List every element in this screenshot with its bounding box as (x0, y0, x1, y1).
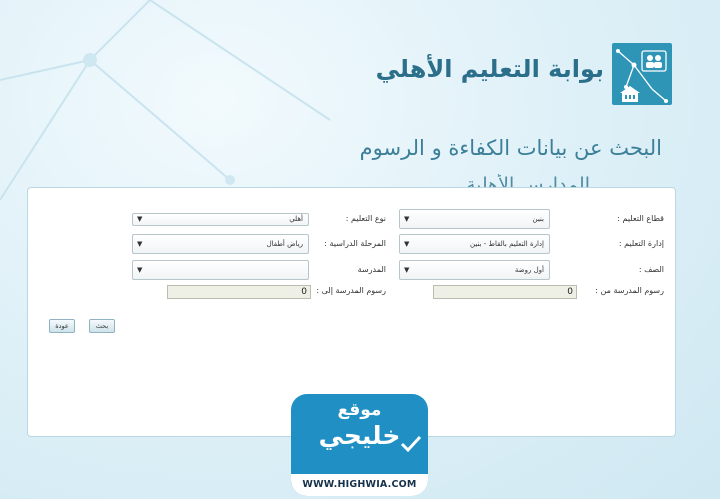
stage-label: المرحلة الدراسية : (324, 239, 386, 248)
fees-from-input[interactable]: 0 (433, 285, 577, 299)
back-button[interactable]: عودة (49, 319, 75, 333)
admin-label: إدارة التعليم : (618, 239, 664, 248)
sector-select[interactable]: بنين ▼ (399, 209, 550, 229)
checkmark-icon (400, 435, 422, 453)
admin-select[interactable]: إدارة التعليم بالقاط - بنين ▼ (399, 234, 550, 254)
portal-title: بوابة التعليم الأهلي (375, 55, 604, 83)
sector-label: قطاع التعليم : (617, 214, 664, 223)
page-title: البحث عن بيانات الكفاءة و الرسوم (359, 136, 662, 160)
grade-select-value: أول روضة (514, 266, 544, 274)
sector-select-value: بنين (532, 215, 544, 223)
chevron-down-icon: ▼ (404, 215, 410, 223)
fees-to-input[interactable]: 0 (167, 285, 311, 299)
portal-logo (612, 43, 672, 105)
watermark-line1: موقع (337, 400, 382, 420)
school-label: المدرسة (357, 265, 386, 274)
watermark-url: WWW.HIGHWIA.COM (302, 479, 417, 490)
fees-to-label: رسوم المدرسة إلى : (316, 286, 386, 295)
school-select[interactable]: ▼ (132, 260, 309, 280)
page-subtitle: المدارس الأهلية (465, 174, 590, 188)
grade-select[interactable]: أول روضة ▼ (399, 260, 550, 280)
chevron-down-icon: ▼ (137, 240, 143, 248)
site-watermark-logo: موقع خليجي WWW.HIGHWIA.COM (291, 394, 428, 496)
admin-select-value: إدارة التعليم بالقاط - بنين (470, 240, 544, 248)
search-button[interactable]: بحث (89, 319, 115, 333)
chevron-down-icon: ▼ (137, 266, 143, 274)
type-select[interactable]: أهلي ▼ (132, 213, 309, 226)
stage-select[interactable]: رياض أطفال ▼ (132, 234, 309, 254)
chevron-down-icon: ▼ (137, 215, 143, 223)
fees-from-label: رسوم المدرسة من : (595, 286, 664, 295)
stage-select-value: رياض أطفال (266, 240, 303, 248)
type-label: نوع التعليم : (345, 214, 386, 223)
chevron-down-icon: ▼ (404, 266, 410, 274)
grade-label: الصف : (638, 265, 664, 274)
type-select-value: أهلي (289, 215, 303, 223)
chevron-down-icon: ▼ (404, 240, 410, 248)
